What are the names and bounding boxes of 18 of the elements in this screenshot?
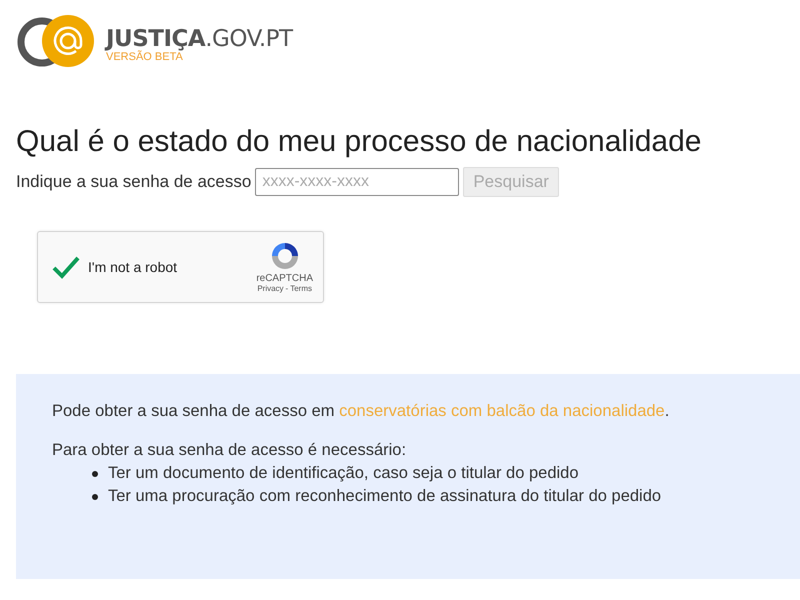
field-label: Indique a sua senha de acesso (16, 172, 252, 192)
site-name: JUSTIÇA.GOV.PT (106, 27, 293, 51)
requirement-item: Ter uma procuração com reconhecimento de assinatura do titular do pedido (108, 487, 662, 506)
version-label: VERSÃO BETA (106, 51, 183, 63)
info-paragraph: Pode obter a sua senha de acesso em conservatórias com balcão da nacionalidade. (52, 402, 670, 421)
access-code-field[interactable]: xxxx-xxxx-xxxx (255, 168, 460, 196)
logo-icon (16, 14, 96, 70)
privacy-link[interactable]: Privacy (257, 284, 284, 293)
page-title: Qual é o estado do meu processo de nacionalidade (16, 125, 702, 159)
requirements-title: Para obter a sua senha de acesso é necessário: (52, 441, 408, 460)
requirement-item: Ter um documento de identificação, caso seja o titular do pedido (108, 464, 579, 483)
link-separator: - (286, 284, 288, 293)
bullet-icon (92, 494, 98, 500)
captcha-label: I'm not a robot (88, 259, 178, 275)
recaptcha-logo-icon (270, 241, 300, 271)
terms-link[interactable]: Terms (290, 284, 312, 293)
bullet-icon (92, 470, 98, 476)
captcha-brand: reCAPTCHA (256, 273, 313, 284)
